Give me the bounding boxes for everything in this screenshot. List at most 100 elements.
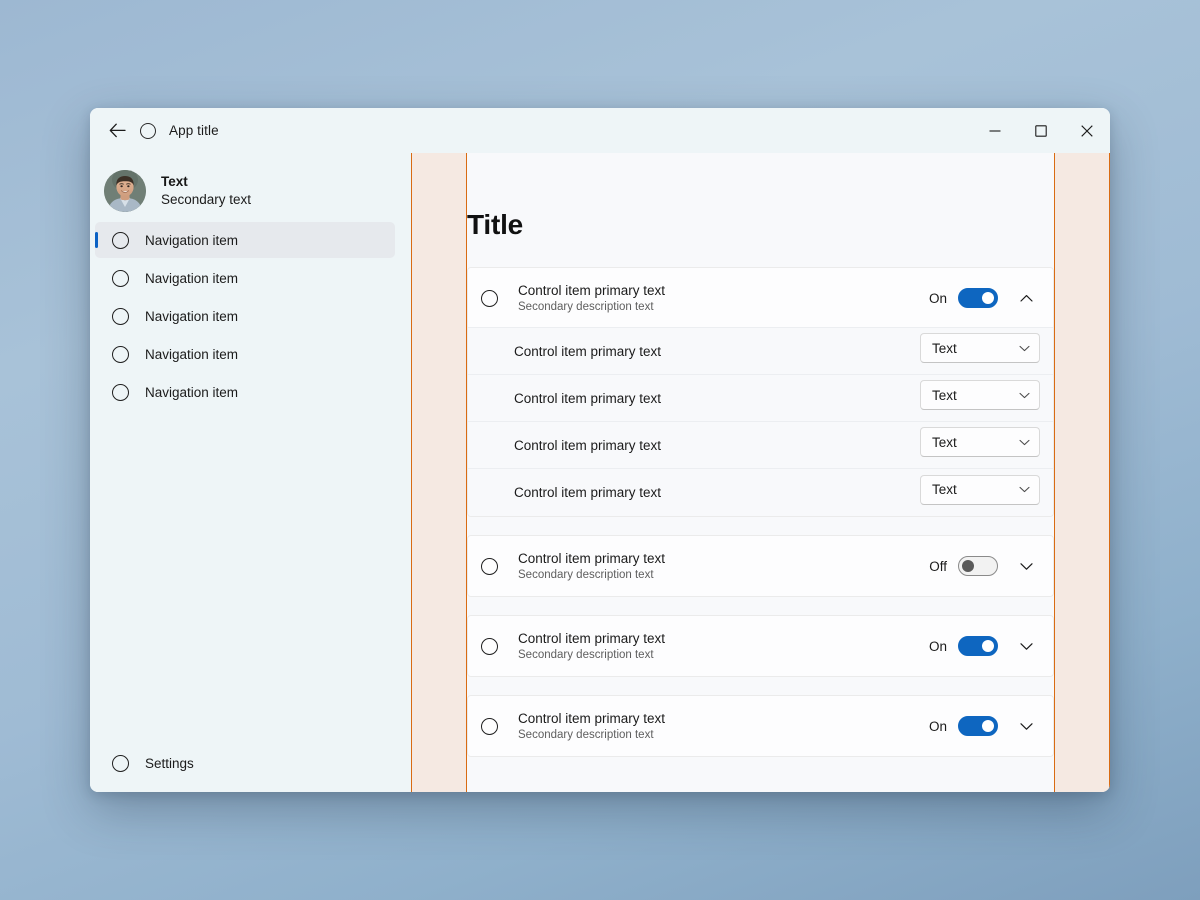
settings-row-header[interactable]: Control item primary text Secondary desc… <box>468 536 1053 596</box>
settings-row-header[interactable]: Control item primary text Secondary desc… <box>468 268 1053 328</box>
expand-collapse-button[interactable] <box>1004 708 1048 744</box>
right-margin-guide <box>1054 153 1110 792</box>
circle-outline-icon <box>112 345 129 363</box>
toggle-state-label: Off <box>929 558 947 574</box>
settings-card-3: Control item primary text Secondary desc… <box>467 615 1054 677</box>
sidebar-item-label: Settings <box>145 755 194 771</box>
dropdown-value: Text <box>932 434 957 450</box>
sidebar-item-label: Navigation item <box>145 346 239 362</box>
toggle-state-label: On <box>928 638 947 654</box>
card-spacer <box>467 523 1054 535</box>
circle-outline-icon <box>112 383 129 401</box>
settings-row-text-block: Control item primary text Secondary desc… <box>518 550 929 583</box>
minimize-button[interactable] <box>972 108 1018 153</box>
toggle-group: On <box>929 288 998 308</box>
circle-outline-icon <box>481 289 498 307</box>
back-button[interactable] <box>100 116 134 146</box>
circle-outline-icon <box>112 269 129 287</box>
settings-row-primary-text: Control item primary text <box>518 282 666 298</box>
settings-sub-row-label: Control item primary text <box>514 390 662 406</box>
settings-sub-row-4: Control item primary text Text <box>468 468 1053 516</box>
settings-card-4: Control item primary text Secondary desc… <box>467 695 1054 757</box>
settings-row-text-block: Control item primary text Secondary desc… <box>518 710 929 743</box>
profile-text-block: Text Secondary text <box>161 173 251 209</box>
settings-dropdown[interactable]: Text <box>920 333 1040 363</box>
avatar <box>104 170 146 212</box>
sidebar-item-label: Navigation item <box>145 308 239 324</box>
circle-outline-icon <box>112 754 129 772</box>
sidebar-item-navigation-2[interactable]: Navigation item <box>95 260 395 296</box>
toggle-group: On <box>929 716 998 736</box>
profile-primary-text: Text <box>161 174 188 190</box>
settings-row-primary-text: Control item primary text <box>518 550 666 566</box>
settings-row-primary-text: Control item primary text <box>518 710 666 726</box>
minimize-icon <box>989 129 1001 132</box>
chevron-down-icon <box>1019 642 1033 650</box>
settings-dropdown[interactable]: Text <box>920 427 1040 457</box>
profile-header[interactable]: Text Secondary text <box>104 170 411 212</box>
maximize-button[interactable] <box>1018 108 1064 153</box>
sidebar-item-label: Navigation item <box>145 270 239 286</box>
sidebar-item-navigation-4[interactable]: Navigation item <box>95 336 395 372</box>
dropdown-value: Text <box>932 482 957 497</box>
toggle-knob <box>962 560 974 572</box>
title-bar: App title <box>90 108 1110 153</box>
chevron-down-icon <box>1019 392 1030 398</box>
main-content: Title Control item primary text Secondar… <box>467 153 1054 792</box>
settings-toggle[interactable] <box>958 288 998 308</box>
settings-row-secondary-text: Secondary description text <box>518 728 654 741</box>
arrow-left-icon <box>109 123 126 138</box>
selection-indicator <box>95 232 98 248</box>
circle-outline-icon <box>112 231 129 249</box>
circle-outline-icon <box>481 637 498 655</box>
chevron-down-icon <box>1019 345 1030 351</box>
settings-dropdown[interactable]: Text <box>920 380 1040 410</box>
settings-row-header[interactable]: Control item primary text Secondary desc… <box>468 616 1053 676</box>
settings-row-header[interactable]: Control item primary text Secondary desc… <box>468 696 1053 756</box>
dropdown-value: Text <box>932 340 957 356</box>
settings-dropdown[interactable]: Text <box>920 474 1040 505</box>
app-icon <box>140 122 156 139</box>
settings-toggle[interactable] <box>958 716 998 736</box>
desktop-backdrop: App title Text Secondary text Navigation… <box>0 0 1200 900</box>
navigation-list: Navigation item Navigation item Navigati… <box>90 222 411 410</box>
settings-row-secondary-text: Secondary description text <box>518 568 654 581</box>
toggle-group: On <box>929 636 998 656</box>
sidebar-footer: Settings <box>90 743 411 783</box>
settings-sub-row-1: Control item primary text Text <box>468 327 1053 375</box>
sidebar-item-navigation-5[interactable]: Navigation item <box>95 374 395 410</box>
expand-collapse-button[interactable] <box>1004 280 1048 316</box>
settings-row-secondary-text: Secondary description text <box>518 300 654 313</box>
settings-sub-row-3: Control item primary text Text <box>468 421 1053 469</box>
settings-sub-row-label: Control item primary text <box>514 485 662 500</box>
close-button[interactable] <box>1064 108 1110 153</box>
settings-row-secondary-text: Secondary description text <box>518 648 654 661</box>
chevron-down-icon <box>1019 486 1030 493</box>
app-title: App title <box>169 123 219 138</box>
navigation-sidebar: Text Secondary text Navigation item Navi… <box>90 153 411 792</box>
page-title: Title <box>467 209 524 240</box>
settings-toggle[interactable] <box>958 636 998 656</box>
expand-collapse-button[interactable] <box>1004 628 1048 664</box>
dropdown-value: Text <box>932 387 957 403</box>
chevron-down-icon <box>1019 439 1030 445</box>
toggle-state-label: On <box>928 290 947 306</box>
settings-sub-row-label: Control item primary text <box>514 437 662 453</box>
circle-outline-icon <box>481 717 498 735</box>
settings-row-text-block: Control item primary text Secondary desc… <box>518 282 929 315</box>
sidebar-item-navigation-3[interactable]: Navigation item <box>95 298 395 334</box>
toggle-state-label: On <box>928 718 947 734</box>
chevron-up-icon <box>1019 294 1033 302</box>
expand-collapse-button[interactable] <box>1004 548 1048 584</box>
circle-outline-icon <box>481 557 498 575</box>
sidebar-item-navigation-1[interactable]: Navigation item <box>95 222 395 258</box>
settings-row-primary-text: Control item primary text <box>518 630 666 646</box>
user-photo-avatar-icon <box>104 170 146 212</box>
sidebar-item-settings[interactable]: Settings <box>95 745 395 781</box>
settings-sub-row-2: Control item primary text Text <box>468 374 1053 422</box>
chevron-down-icon <box>1019 562 1033 570</box>
toggle-knob <box>982 292 994 304</box>
toggle-group: Off <box>929 556 998 576</box>
settings-toggle[interactable] <box>958 556 998 576</box>
settings-sub-row-label: Control item primary text <box>514 343 662 359</box>
